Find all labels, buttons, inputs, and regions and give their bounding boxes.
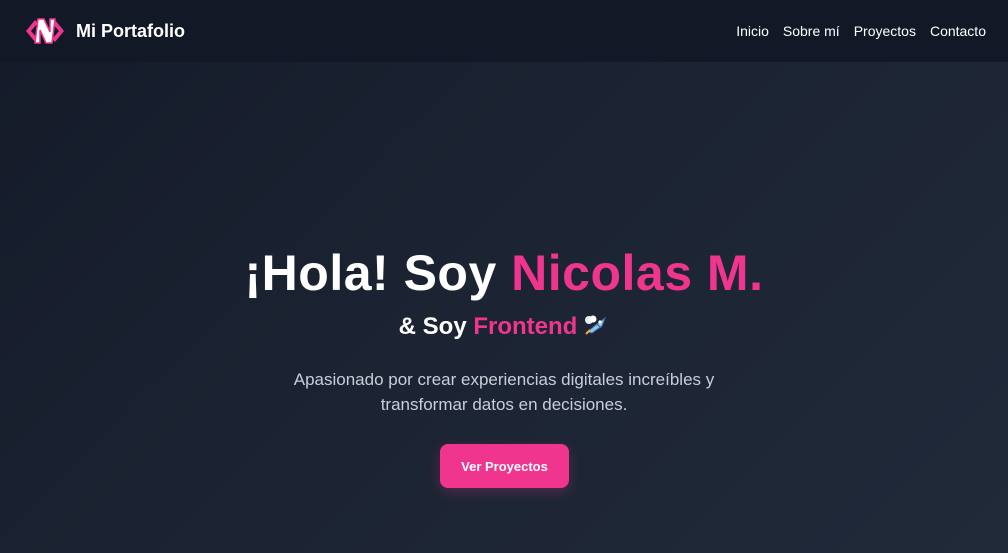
navbar: Mi Portafolio Inicio Sobre mí Proyectos …	[0, 0, 1008, 62]
rocket-icon	[583, 314, 609, 343]
hero-description: Apasionado por crear experiencias digita…	[293, 370, 715, 414]
hero-name: Nicolas M.	[511, 245, 764, 301]
nav-link-inicio[interactable]: Inicio	[736, 23, 769, 39]
hero-section: ¡Hola! Soy Nicolas M. & Soy Frontend Apa…	[0, 62, 1008, 553]
hero-subtitle: & Soy Frontend	[0, 313, 1008, 343]
nav-link-proyectos[interactable]: Proyectos	[854, 23, 916, 39]
brand-name: Mi Portafolio	[76, 20, 185, 41]
hero-sub-prefix: & Soy	[398, 313, 474, 340]
nav-links: Inicio Sobre mí Proyectos Contacto	[736, 23, 986, 39]
nav-link-contacto[interactable]: Contacto	[930, 23, 986, 39]
view-projects-button[interactable]: Ver Proyectos	[440, 444, 569, 488]
hero-title: ¡Hola! Soy Nicolas M.	[0, 244, 1008, 302]
hero-greeting: ¡Hola! Soy	[244, 245, 512, 301]
nav-link-sobre-mi[interactable]: Sobre mí	[783, 23, 840, 39]
logo-icon	[24, 16, 66, 46]
hero-role: Frontend	[473, 313, 578, 340]
brand-link[interactable]: Mi Portafolio	[24, 16, 185, 46]
